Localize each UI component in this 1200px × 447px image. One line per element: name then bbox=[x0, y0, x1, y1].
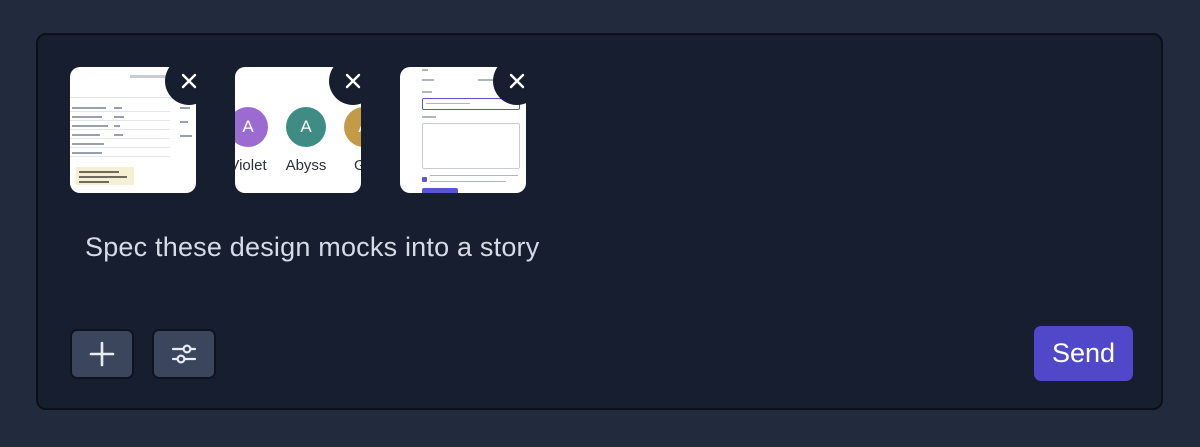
plus-icon bbox=[89, 341, 115, 367]
send-button[interactable]: Send bbox=[1034, 326, 1133, 381]
avatar-name: Go bbox=[353, 157, 361, 174]
remove-attachment-button[interactable] bbox=[493, 57, 541, 105]
add-attachment-button[interactable] bbox=[70, 329, 134, 379]
avatar-name: Abyss bbox=[285, 157, 327, 174]
avatar: A bbox=[235, 107, 268, 147]
avatar-item: A Violet bbox=[235, 107, 278, 174]
avatar-name: Violet bbox=[235, 157, 267, 174]
message-input[interactable]: Spec these design mocks into a story bbox=[85, 232, 539, 263]
remove-attachment-button[interactable] bbox=[329, 57, 377, 105]
close-icon bbox=[181, 73, 197, 89]
settings-button[interactable] bbox=[152, 329, 216, 379]
message-composer: A Violet A Abyss A Go bbox=[36, 33, 1163, 410]
close-icon bbox=[509, 73, 525, 89]
sliders-icon bbox=[171, 344, 197, 364]
remove-attachment-button[interactable] bbox=[165, 57, 213, 105]
avatar: A bbox=[286, 107, 326, 147]
close-icon bbox=[345, 73, 361, 89]
avatar-item: A Abyss bbox=[276, 107, 336, 174]
avatar: A bbox=[344, 107, 361, 147]
avatar-item: A Go bbox=[334, 107, 361, 174]
